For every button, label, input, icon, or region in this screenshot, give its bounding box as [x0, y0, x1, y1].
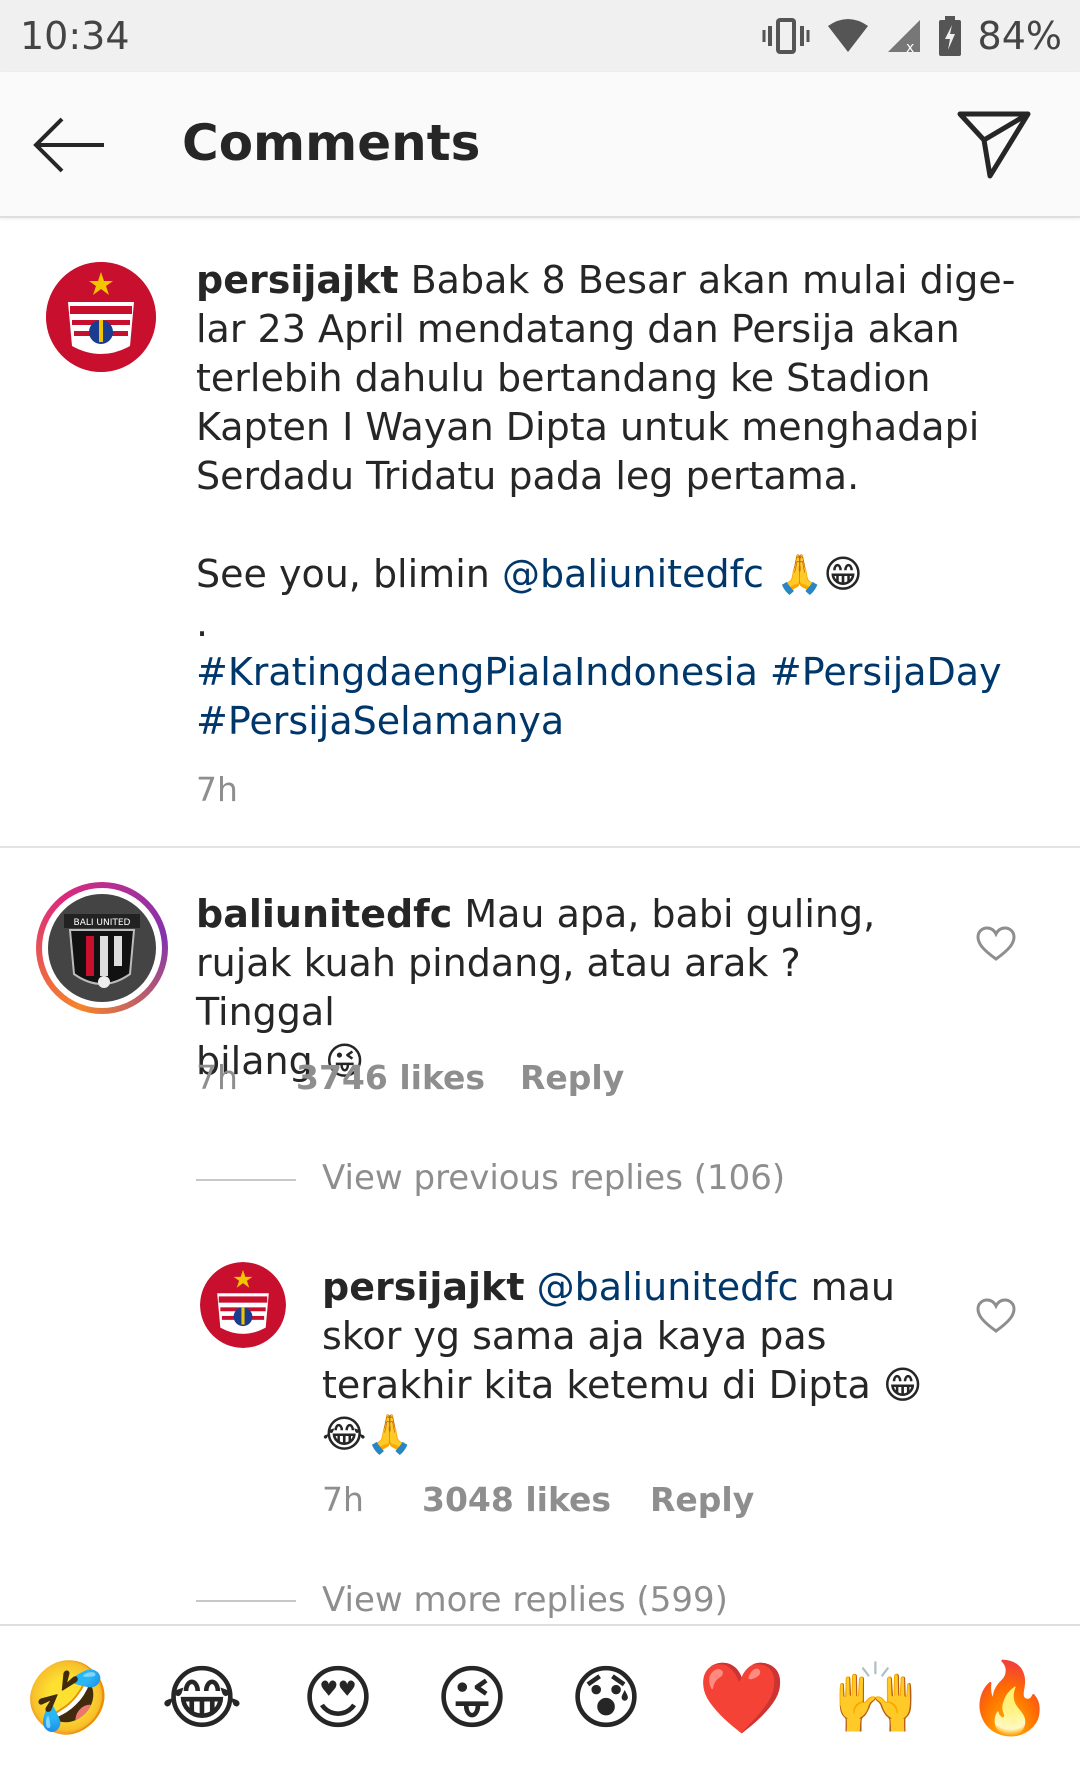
caption-line: persijajkt Babak 8 Besar akan mulai dige… [196, 256, 1016, 305]
divider-line [196, 1179, 296, 1181]
mention-link[interactable]: @baliunitedfc [537, 1265, 799, 1309]
reply-meta: 7h 3048 likes Reply [322, 1480, 754, 1519]
caption-emojis: 🙏😁 [775, 552, 863, 596]
reply-line-text: mau [810, 1265, 895, 1309]
reply-line: terakhir kita ketemu di Dipta 😁 [322, 1361, 962, 1410]
battery-percent: 84% [977, 14, 1062, 58]
reply-line-text: terakhir kita ketemu di Dipta [322, 1363, 871, 1407]
reply-time: 7h [322, 1480, 364, 1519]
hashtag-line[interactable]: #KratingdaengPialaIndonesia #PersijaDay [196, 648, 1016, 697]
comment-line-text: Mau apa, babi guling, [464, 892, 876, 936]
back-arrow-icon [33, 117, 104, 173]
like-heart-icon[interactable] [976, 926, 1016, 962]
caption-line: lar 23 April mendatang dan Persija akan [196, 307, 960, 351]
persija-logo-icon [200, 1262, 286, 1348]
mention-link[interactable]: @baliunitedfc [502, 552, 764, 596]
reply-text: persijajkt @baliunitedfc mau skor yg sam… [322, 1263, 962, 1459]
emoji-fire-button[interactable]: 🔥 [966, 1656, 1053, 1740]
signal-icon: x [887, 20, 920, 54]
emoji-heart-eyes-button[interactable]: 😍 [296, 1656, 380, 1740]
username-link[interactable]: persijajkt [322, 1265, 525, 1309]
emoji-joy-button[interactable]: 😂 [160, 1656, 244, 1740]
battery-charging-icon [938, 16, 961, 56]
status-bar: 10:34 x 84% [0, 0, 1080, 72]
caption-dot: . [196, 601, 209, 645]
app-header: Comments [0, 72, 1080, 218]
avatar[interactable] [200, 1262, 286, 1348]
reply-button[interactable]: Reply [650, 1480, 754, 1519]
caption-line-text: Babak 8 Besar akan mulai dige- [410, 258, 1016, 302]
caption-line: Kapten I Wayan Dipta untuk menghadapi [196, 405, 980, 449]
hashtag-line[interactable]: #PersijaSelamanya [196, 697, 1016, 746]
post-meta: 7h [196, 770, 238, 809]
caption-line: terlebih dahulu bertandang ke Stadion [196, 356, 931, 400]
post-time: 7h [196, 770, 238, 809]
avatar[interactable] [46, 262, 156, 372]
persija-logo-icon [46, 262, 156, 372]
caption-see-you: See you, blimin [196, 552, 490, 596]
comment-text: baliunitedfc Mau apa, babi guling, rujak… [196, 890, 946, 1086]
caption-text: persijajkt Babak 8 Besar akan mulai dige… [196, 256, 1016, 746]
view-more-replies-label: View more replies (599) [322, 1580, 728, 1620]
reply-button[interactable]: Reply [520, 1058, 624, 1097]
emoji-wink-tongue-button[interactable]: 😜 [430, 1656, 514, 1740]
comment-line: baliunitedfc Mau apa, babi guling, [196, 890, 946, 939]
username-link[interactable]: persijajkt [196, 258, 399, 302]
bali-united-logo-icon: BALI UNITED [48, 894, 156, 1002]
comment-time: 7h [196, 1058, 238, 1097]
post-caption: persijajkt Babak 8 Besar akan mulai dige… [0, 218, 1080, 848]
avatar[interactable]: BALI UNITED [36, 882, 168, 1014]
status-time: 10:34 [20, 14, 130, 58]
status-icons: x 84% [762, 12, 1062, 60]
back-button[interactable] [30, 110, 110, 180]
quick-emoji-bar: 🤣 😂 😍 😜 😰 ❤️ 🙌 🔥 [0, 1624, 1080, 1787]
likes-count[interactable]: 3746 likes [296, 1058, 520, 1097]
wifi-icon [827, 19, 868, 52]
emoji-heart-button[interactable]: ❤️ [698, 1656, 785, 1740]
svg-text:x: x [906, 40, 914, 54]
comment-line: rujak kuah pindang, atau arak ? Tinggal [196, 941, 801, 1034]
caption-line: Serdadu Tridatu pada leg pertama. [196, 454, 860, 498]
divider-line [196, 1600, 296, 1602]
reply-emojis: 😂🙏 [322, 1412, 414, 1456]
emoji-raised-hands-button[interactable]: 🙌 [832, 1656, 919, 1740]
reply-line: persijajkt @baliunitedfc mau [322, 1263, 962, 1312]
direct-send-icon [957, 111, 1031, 179]
caption-line: See you, blimin @baliunitedfc 🙏😁 [196, 550, 1016, 599]
reply-emoji: 😁 [882, 1363, 923, 1407]
comment-meta: 7h 3746 likes Reply [196, 1058, 624, 1097]
username-link[interactable]: baliunitedfc [196, 892, 452, 936]
view-previous-replies-label: View previous replies (106) [322, 1158, 786, 1198]
like-heart-icon[interactable] [976, 1298, 1016, 1334]
emoji-rofl-button[interactable]: 🤣 [24, 1656, 111, 1740]
page-title: Comments [182, 114, 481, 172]
emoji-anxious-button[interactable]: 😰 [564, 1656, 648, 1740]
share-button[interactable] [956, 108, 1032, 180]
vibrate-icon [762, 18, 810, 54]
reply-line: skor yg sama aja kaya pas [322, 1314, 827, 1358]
likes-count[interactable]: 3048 likes [422, 1480, 650, 1519]
svg-text:BALI UNITED: BALI UNITED [74, 918, 131, 928]
